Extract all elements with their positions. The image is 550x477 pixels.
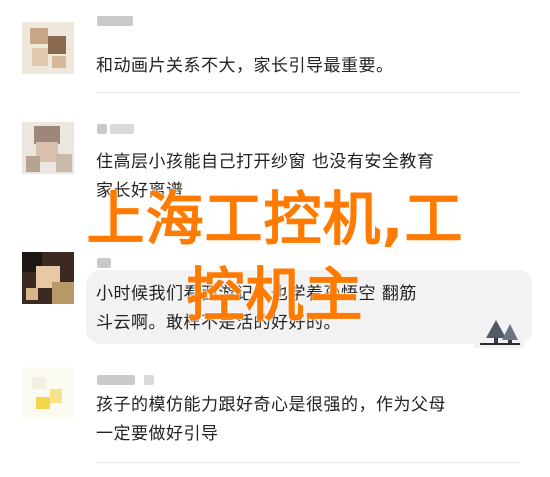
username-redacted	[97, 124, 107, 134]
divider	[96, 462, 520, 463]
username-redacted	[97, 16, 133, 26]
avatar[interactable]	[22, 367, 74, 419]
comment-text: 和动画片关系不大，家长引导最重要。	[96, 56, 394, 76]
avatar[interactable]	[22, 22, 74, 74]
comment-text: 孩子的模仿能力跟好奇心是很强的，作为父母 一定要做好引导	[96, 395, 446, 444]
username-redacted	[144, 375, 154, 385]
divider	[96, 92, 520, 93]
watermark-line1: 上海工控机,工	[86, 185, 464, 253]
comment-card: 孩子的模仿能力跟好奇心是很强的，作为父母 一定要做好引导	[0, 355, 550, 477]
watermark-line2: 控机主	[186, 261, 364, 329]
username-redacted	[110, 124, 134, 134]
comment-card: 和动画片关系不大，家长引导最重要。	[0, 0, 550, 100]
username-redacted	[97, 375, 135, 385]
avatar[interactable]	[22, 122, 74, 174]
